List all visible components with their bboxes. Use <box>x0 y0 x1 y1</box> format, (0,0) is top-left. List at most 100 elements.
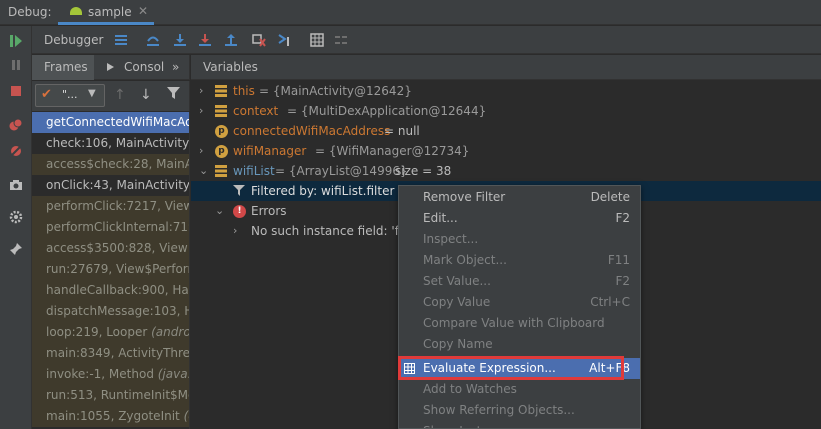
frame-item-text: check:106, MainActivity <box>46 136 190 150</box>
resume-icon[interactable] <box>9 34 23 48</box>
arrow-down-icon[interactable]: ↓ <box>140 87 152 103</box>
stop-icon[interactable] <box>9 84 23 98</box>
menu-icon[interactable] <box>114 33 128 47</box>
variable-name: connectedWifiMacAddress <box>233 124 391 138</box>
frame-item[interactable]: run:513, RuntimeInit$Me <box>32 385 189 406</box>
frame-item[interactable]: check:106, MainActivity (c <box>32 133 190 154</box>
menu-item-mark-object[interactable]: Mark Object... F11 <box>399 250 640 271</box>
frame-item-class: (co <box>183 409 189 423</box>
error-detail: No such instance field: 'fil <box>251 224 406 238</box>
menu-item-shortcut: Ctrl+C <box>590 295 630 309</box>
variables-title: Variables <box>203 60 258 74</box>
step-over-icon[interactable] <box>146 33 160 47</box>
menu-item-show-instances[interactable]: Show Instances... <box>399 421 640 428</box>
settings-icon[interactable] <box>9 210 23 224</box>
debug-label: Debug: <box>8 5 52 19</box>
menu-item-label: Edit... <box>423 211 458 225</box>
variable-row-wifimanager[interactable]: › p wifiManager = {WifiManager@12734} <box>191 141 821 161</box>
thread-selector[interactable]: ✔ "... ▼ <box>35 84 105 107</box>
frame-item[interactable]: run:27679, View$Perform <box>32 259 189 280</box>
variable-value: = {WifiManager@12734} <box>315 144 470 158</box>
chevron-down-icon[interactable]: ⌄ <box>215 201 224 221</box>
chevron-down-icon[interactable]: ⌄ <box>199 161 208 181</box>
chevron-right-icon[interactable]: › <box>199 141 203 161</box>
chevron-down-icon: ▼ <box>88 88 96 99</box>
variable-value: = null <box>384 124 420 138</box>
variable-value: = {ArrayList@14996} <box>275 164 408 178</box>
frame-item[interactable]: getConnectedWifiMacAdd <box>32 112 190 133</box>
menu-item-copy-value[interactable]: Copy Value Ctrl+C <box>399 292 640 313</box>
menu-item-evaluate-expression[interactable]: Evaluate Expression... Alt+F8 <box>399 358 640 379</box>
frame-item[interactable]: loop:219, Looper (andro <box>32 322 189 343</box>
filter-icon <box>233 185 245 196</box>
menu-item-set-value[interactable]: Set Value... F2 <box>399 271 640 292</box>
camera-icon[interactable] <box>9 178 23 192</box>
frame-item-text: getConnectedWifiMacAdd <box>46 115 190 129</box>
filter-icon[interactable] <box>167 87 180 100</box>
menu-item-inspect[interactable]: Inspect... <box>399 229 640 250</box>
tab-sample[interactable]: sample ✕ <box>58 0 154 25</box>
pin-icon[interactable] <box>9 242 23 256</box>
variable-name: wifiList <box>233 164 275 178</box>
arrow-up-icon[interactable]: ↑ <box>114 87 126 103</box>
menu-item-copy-name[interactable]: Copy Name <box>399 334 640 355</box>
view-breakpoints-icon[interactable] <box>9 118 23 132</box>
menu-item-remove-filter[interactable]: Remove Filter Delete <box>399 187 640 208</box>
thread-selector-value: "... <box>62 88 78 101</box>
drop-frame-icon[interactable] <box>252 33 266 47</box>
frame-item[interactable]: access$3500:828, View (a <box>32 238 189 259</box>
tab-frames[interactable]: Frames <box>32 55 94 80</box>
frame-item[interactable]: access$check:28, MainAc <box>32 154 189 175</box>
frames-list[interactable]: getConnectedWifiMacAdd check:106, MainAct… <box>32 112 190 429</box>
frame-item[interactable]: performClick:7217, View <box>32 196 189 217</box>
frame-item-text: dispatchMessage:103, H <box>46 304 190 318</box>
menu-item-edit[interactable]: Edit... F2 <box>399 208 640 229</box>
debugger-tab-label[interactable]: Debugger <box>44 33 103 47</box>
variable-row-this[interactable]: › this = {MainActivity@12642} <box>191 81 821 101</box>
variable-row-context[interactable]: › context = {MultiDexApplication@12644} <box>191 101 821 121</box>
chevron-right-icon[interactable]: › <box>199 101 203 121</box>
chevron-right-icon[interactable]: › <box>233 221 237 241</box>
mute-breakpoints-icon[interactable] <box>9 144 23 158</box>
tab-sample-label: sample <box>88 5 132 19</box>
chevron-right-icon[interactable]: › <box>199 81 203 101</box>
trace-icon[interactable] <box>334 33 348 47</box>
run-to-cursor-icon[interactable] <box>278 33 292 47</box>
evaluate-expression-icon[interactable] <box>310 33 324 47</box>
frame-item[interactable]: performClickInternal:719 <box>32 217 189 238</box>
frame-item[interactable]: onClick:43, MainActivity$ <box>32 175 189 196</box>
errors-label: Errors <box>251 204 287 218</box>
menu-item-label: Copy Value <box>423 295 491 309</box>
variable-name: this <box>233 84 255 98</box>
menu-item-compare-value-with-clipboard[interactable]: Compare Value with Clipboard <box>399 313 640 334</box>
parameter-icon: p <box>215 145 228 158</box>
frame-item-text: invoke:-1, Method <box>46 367 154 381</box>
menu-item-label: Set Value... <box>423 274 491 288</box>
menu-item-shortcut: F2 <box>615 274 630 288</box>
field-icon <box>215 105 227 117</box>
frame-item[interactable]: main:1055, ZygoteInit (co <box>32 406 189 427</box>
frame-item[interactable]: invoke:-1, Method (java.l <box>32 364 189 385</box>
menu-item-label: Add to Watches <box>423 382 517 396</box>
frame-item-text: access$3500:828, View <box>46 241 188 255</box>
tab-console[interactable]: Consol <box>124 60 164 74</box>
more-tabs-chevron[interactable]: » <box>172 60 179 74</box>
variable-row-connectedwifimacaddress[interactable]: p connectedWifiMacAddress = null <box>191 121 821 141</box>
pause-icon[interactable] <box>9 58 23 72</box>
variable-name: wifiManager <box>233 144 307 158</box>
frame-item[interactable]: dispatchMessage:103, H <box>32 301 190 322</box>
step-out-icon[interactable] <box>224 33 238 47</box>
variable-size: size = 38 <box>395 164 452 178</box>
frame-item[interactable]: main:8349, ActivityThread <box>32 343 190 364</box>
frame-item-text: main:8349, ActivityThread <box>46 346 190 360</box>
evaluate-expression-icon <box>404 363 415 374</box>
check-icon: ✔ <box>41 87 52 102</box>
step-into-icon[interactable] <box>173 33 187 47</box>
force-step-into-icon[interactable] <box>198 33 212 47</box>
frame-item[interactable]: handleCallback:900, Han <box>32 280 189 301</box>
menu-item-add-to-watches[interactable]: Add to Watches <box>399 379 640 400</box>
menu-item-show-referring-objects[interactable]: Show Referring Objects... <box>399 400 640 421</box>
close-icon[interactable]: ✕ <box>138 4 148 18</box>
variable-row-wifilist[interactable]: ⌄ wifiList = {ArrayList@14996} size = 38 <box>191 161 821 181</box>
error-icon: ! <box>233 205 246 218</box>
